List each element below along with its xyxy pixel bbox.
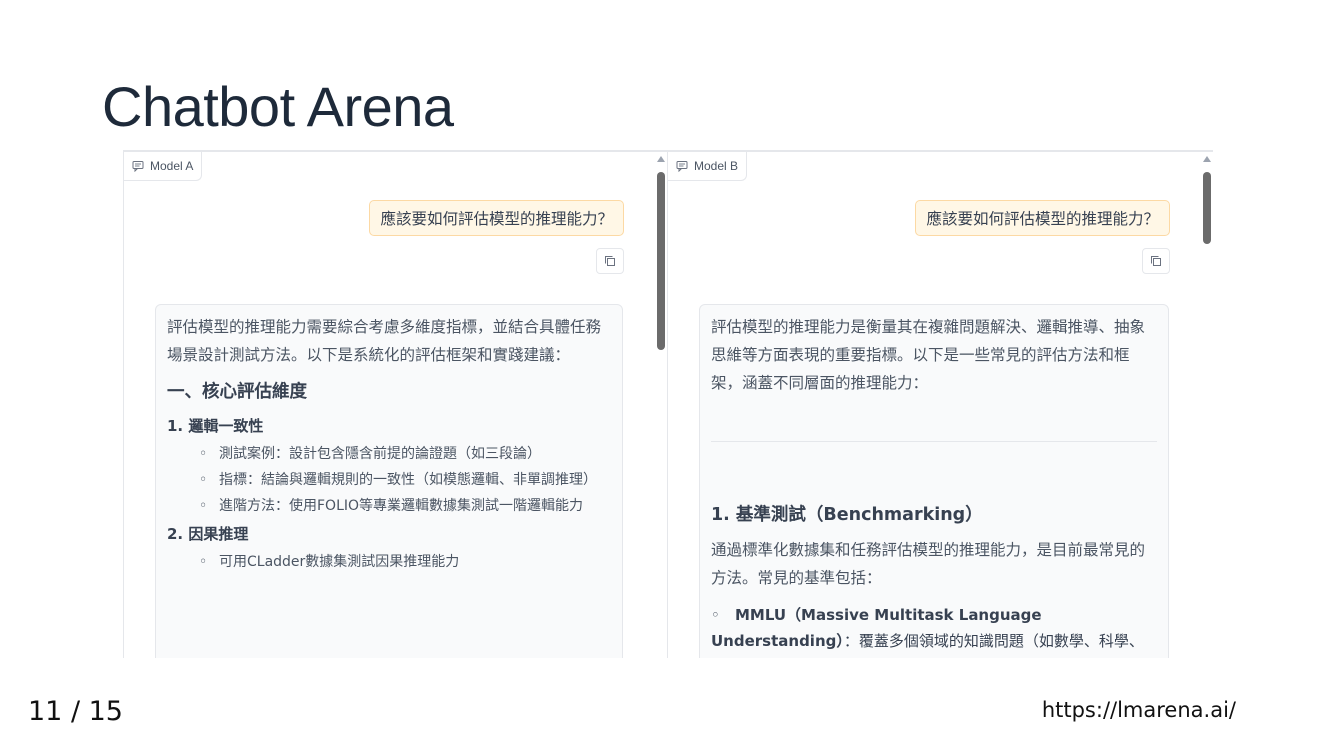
- slide-title: Chatbot Arena: [102, 75, 454, 138]
- list-item: 1. 邏輯一致性: [167, 417, 264, 435]
- chatbot-arena: Model A 應該要如何評估模型的推理能力？ 評估模型的推理能力需要綜合考慮多…: [123, 150, 1213, 658]
- sub-list-item: 指標：結論與邏輯規則的一致性（如模態邏輯、非單調推理）: [199, 469, 611, 491]
- scrollbar-thumb[interactable]: [1203, 172, 1211, 244]
- response-section-heading: 1. 基準測試（Benchmarking）: [711, 505, 983, 525]
- model-b-response: 評估模型的推理能力是衡量其在複雜問題解決、邏輯推導、抽象思維等方面表現的重要指標…: [699, 304, 1169, 658]
- list-item: 2. 因果推理: [167, 525, 249, 543]
- response-intro: 評估模型的推理能力是衡量其在複雜問題解決、邏輯推導、抽象思維等方面表現的重要指標…: [711, 318, 1146, 392]
- scroll-up-arrow-icon[interactable]: [1203, 156, 1211, 162]
- copy-icon: [605, 256, 615, 266]
- model-a-label: Model A: [124, 152, 203, 181]
- response-section-heading: 一、核心評估維度: [167, 382, 307, 402]
- model-b-label-text: Model B: [694, 159, 739, 173]
- source-url: https://lmarena.ai/: [1041, 698, 1236, 722]
- model-a-user-message: 應該要如何評估模型的推理能力？: [369, 200, 624, 236]
- model-b-copy-button[interactable]: [1142, 248, 1170, 274]
- chat-bubble-icon: [132, 161, 144, 172]
- model-a-copy-button[interactable]: [596, 248, 624, 274]
- model-b-user-message: 應該要如何評估模型的推理能力？: [915, 200, 1170, 236]
- sub-list-item: 測試案例：設計包含隱含前提的論證題（如三段論）: [199, 443, 611, 465]
- model-b-scrollbar[interactable]: [1202, 156, 1212, 656]
- model-b-panel: Model B 應該要如何評估模型的推理能力？ 評估模型的推理能力是衡量其在複雜…: [667, 152, 1213, 658]
- model-b-label: Model B: [668, 152, 748, 181]
- scrollbar-thumb[interactable]: [657, 172, 665, 350]
- copy-icon: [1151, 256, 1161, 266]
- model-a-panel: Model A 應該要如何評估模型的推理能力？ 評估模型的推理能力需要綜合考慮多…: [123, 152, 668, 658]
- page-number: 11 / 15: [28, 696, 123, 727]
- response-paragraph: 通過標準化數據集和任務評估模型的推理能力，是目前最常見的方法。常見的基準包括：: [711, 541, 1146, 587]
- divider: [711, 441, 1157, 442]
- model-a-response: 評估模型的推理能力需要綜合考慮多維度指標，並結合具體任務場景設計測試方法。以下是…: [155, 304, 623, 658]
- response-intro: 評估模型的推理能力需要綜合考慮多維度指標，並結合具體任務場景設計測試方法。以下是…: [167, 318, 602, 364]
- list-item: MMLU（Massive Multitask Language Understa…: [711, 602, 1157, 658]
- sub-list-item: 可用CLadder數據集測試因果推理能力: [199, 551, 611, 573]
- chat-bubble-icon: [676, 161, 688, 172]
- model-a-label-text: Model A: [150, 159, 194, 173]
- scroll-up-arrow-icon[interactable]: [657, 156, 665, 162]
- model-a-scrollbar[interactable]: [656, 156, 666, 656]
- sub-list-item: 進階方法：使用FOLIO等專業邏輯數據集測試一階邏輯能力: [199, 495, 611, 517]
